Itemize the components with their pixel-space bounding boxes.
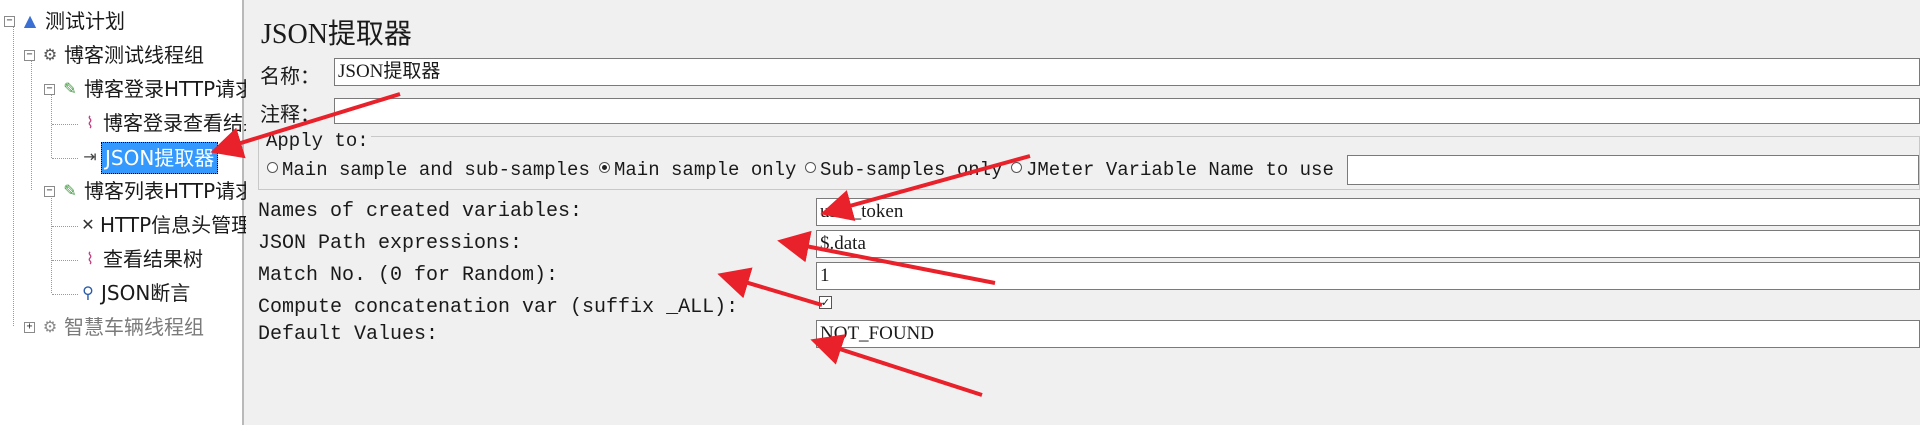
- wrench-icon: ✕: [81, 215, 95, 234]
- page-title: JSON提取器: [261, 19, 412, 50]
- default-values-field[interactable]: NOT_FOUND: [816, 320, 1920, 348]
- name-label: 名称：: [260, 64, 320, 88]
- names-label: Names of created variables:: [258, 200, 583, 223]
- match-no-field[interactable]: 1: [816, 262, 1920, 290]
- radio-button-icon: [267, 162, 278, 174]
- chart-icon: ⌇: [86, 249, 94, 268]
- collapse-toggle[interactable]: −: [44, 186, 55, 197]
- gear-icon: ⚙: [42, 45, 58, 64]
- apply-to-legend: Apply to:: [264, 130, 371, 152]
- collapse-toggle[interactable]: −: [44, 84, 55, 95]
- tree-connector: [31, 60, 32, 190]
- match-no-label: Match No. (0 for Random):: [258, 264, 559, 287]
- tree-connector: [13, 26, 14, 326]
- names-of-created-variables-field[interactable]: user_token: [816, 198, 1920, 226]
- comment-field[interactable]: [334, 98, 1920, 124]
- gear-icon: ⚙: [42, 317, 58, 336]
- magnifier-icon: ⚲: [82, 283, 94, 302]
- flask-icon: ▲: [23, 11, 37, 30]
- default-values-label: Default Values:: [258, 323, 439, 346]
- collapse-toggle[interactable]: −: [4, 16, 15, 27]
- radio-button-selected-icon: [599, 162, 610, 174]
- radio-button-icon: [805, 162, 816, 174]
- tree-connector: [51, 95, 52, 158]
- apply-to-group: Apply to: Main sample and sub-samples Ma…: [258, 130, 1920, 190]
- tree-connector: [52, 158, 78, 159]
- tree-connector: [51, 196, 52, 293]
- test-plan-tree[interactable]: − ▲ 测试计划 − ⚙ 博客测试线程组 − ✎ 博客登录HTTP请求 ⌇ 博客…: [0, 0, 283, 425]
- expand-toggle[interactable]: +: [24, 322, 35, 333]
- radio-label: Main sample and sub-samples: [282, 159, 590, 181]
- tree-item-label: 博客测试线程组: [64, 43, 204, 67]
- tree-item-label: 博客登录HTTP请求: [84, 77, 256, 101]
- tree-item-label: 查看结果树: [103, 247, 203, 271]
- tree-item-label: 测试计划: [45, 9, 125, 33]
- jmeter-variable-name-field[interactable]: [1347, 155, 1919, 185]
- chart-icon: ⌇: [86, 113, 94, 132]
- comment-label: 注释：: [260, 102, 320, 126]
- json-path-expressions-field[interactable]: $.data: [816, 230, 1920, 258]
- collapse-toggle[interactable]: −: [24, 50, 35, 61]
- tree-connector: [52, 226, 78, 227]
- tree-connector: [52, 260, 78, 261]
- tree-item-label: JSON断言: [101, 281, 191, 305]
- pen-icon: ✎: [63, 79, 77, 98]
- extract-icon: ⇥: [83, 147, 97, 166]
- compute-concatenation-checkbox[interactable]: ✓: [819, 296, 832, 309]
- concat-label: Compute concatenation var (suffix _ALL):: [258, 296, 739, 319]
- pen-icon: ✎: [63, 181, 77, 200]
- radio-main-and-sub-samples[interactable]: Main sample and sub-samples: [267, 159, 590, 181]
- radio-button-icon: [1011, 162, 1022, 174]
- radio-label: JMeter Variable Name to use: [1026, 159, 1334, 181]
- tree-item-label: 智慧车辆线程组: [64, 315, 204, 339]
- tree-connector: [52, 294, 78, 295]
- tree-item-label: 博客列表HTTP请求: [84, 179, 256, 203]
- json-path-label: JSON Path expressions:: [258, 232, 523, 255]
- radio-label: Main sample only: [614, 159, 797, 181]
- radio-main-sample-only[interactable]: Main sample only: [599, 159, 796, 181]
- name-field[interactable]: JSON提取器: [334, 58, 1920, 86]
- json-extractor-panel: JSON提取器 名称： JSON提取器 注释： Apply to: Main s…: [246, 0, 1920, 425]
- radio-sub-samples-only[interactable]: Sub-samples only: [805, 159, 1002, 181]
- radio-jmeter-variable-name[interactable]: JMeter Variable Name to use: [1011, 159, 1334, 181]
- tree-item-label: JSON提取器: [101, 142, 219, 174]
- tree-connector: [52, 124, 78, 125]
- radio-label: Sub-samples only: [820, 159, 1003, 181]
